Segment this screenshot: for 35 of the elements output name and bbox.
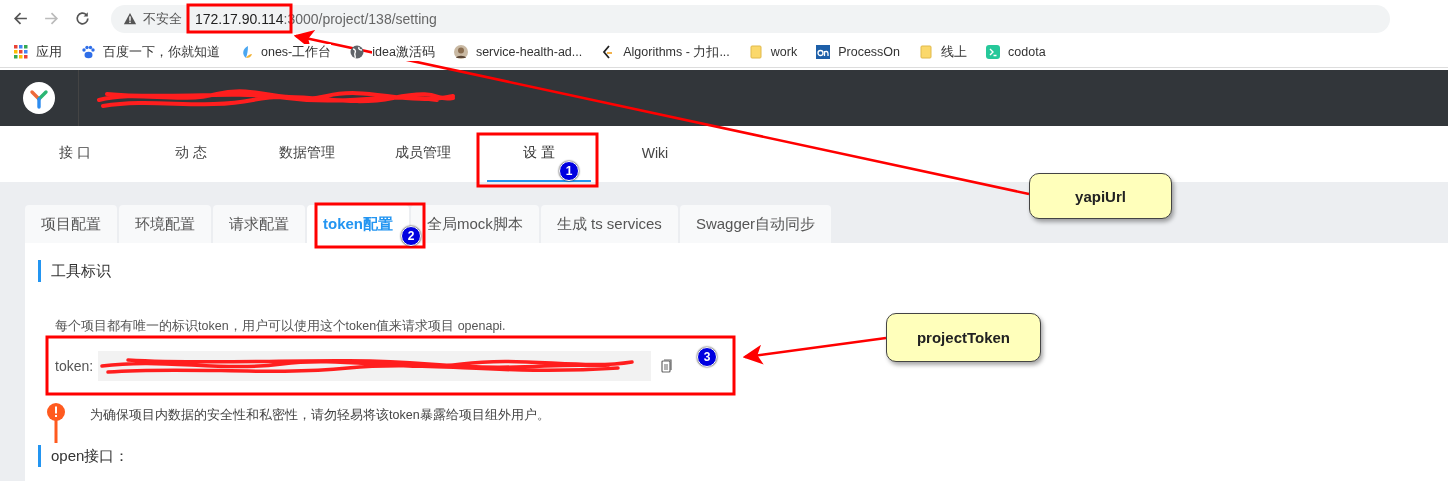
section-title: open接口： bbox=[38, 445, 1448, 467]
copy-icon[interactable] bbox=[661, 359, 674, 373]
settings-tab[interactable]: 请求配置 bbox=[213, 205, 305, 243]
nav-tab[interactable]: 数据管理 bbox=[249, 126, 365, 182]
paw-icon bbox=[81, 45, 95, 59]
section-title: 工具标识 bbox=[38, 260, 1448, 282]
nav-tab[interactable]: Wiki bbox=[597, 126, 713, 182]
callout-label: yapiUrl bbox=[1029, 173, 1172, 219]
folder-icon bbox=[748, 45, 763, 59]
back-icon[interactable] bbox=[12, 10, 29, 27]
logo-icon[interactable] bbox=[23, 82, 55, 114]
avatar-icon bbox=[453, 45, 468, 59]
settings-tab[interactable]: 项目配置 bbox=[25, 205, 117, 243]
settings-tab[interactable]: Swagger自动同步 bbox=[679, 205, 832, 243]
warning-text: 为确保项目内数据的安全性和私密性，请勿轻易将该token暴露给项目组外用户。 bbox=[90, 407, 550, 424]
on-logo-icon bbox=[816, 45, 831, 59]
exclamation-icon bbox=[47, 403, 65, 443]
nav-tab[interactable]: 接 口 bbox=[17, 126, 133, 182]
settings-tab[interactable]: 环境配置 bbox=[119, 205, 211, 243]
token-field[interactable] bbox=[98, 351, 652, 381]
settings-tab[interactable]: 生成 ts services bbox=[540, 205, 678, 243]
apps-icon bbox=[14, 45, 28, 59]
warning-icon bbox=[123, 11, 137, 26]
nav-tab[interactable]: 动 态 bbox=[133, 126, 249, 182]
globe-icon bbox=[350, 45, 365, 59]
callout-label: projectToken bbox=[886, 313, 1041, 362]
number-marker: 1 bbox=[559, 161, 579, 181]
terminal-icon bbox=[986, 45, 1001, 59]
url-host: 172.17.90.114 bbox=[195, 10, 284, 27]
description-text: 每个项目都有唯一的标识token，用户可以使用这个token值来请求项目 openapi. bbox=[55, 318, 507, 335]
reload-icon[interactable] bbox=[74, 10, 91, 27]
nav-tab[interactable]: 成员管理 bbox=[365, 126, 481, 182]
folder-icon bbox=[919, 45, 934, 59]
security-label: 不安全 bbox=[143, 9, 182, 28]
token-label: token: bbox=[55, 358, 94, 374]
